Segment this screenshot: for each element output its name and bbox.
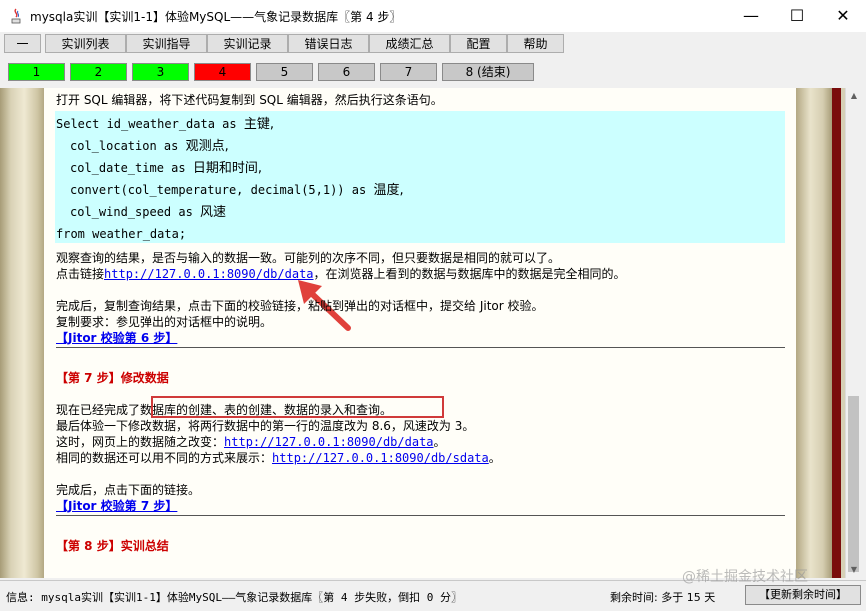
step-7-line-3: 这时，网页上的数据随之改变：http://127.0.0.1:8090/db/d… [56,435,446,449]
step-7-complete-text: 完成后，点击下面的链接。 [56,483,201,497]
watermark: @稀土掘金技术社区 [682,569,808,585]
data-link-2[interactable]: http://127.0.0.1:8090/db/data [224,435,434,449]
scroll-down-arrow-icon[interactable]: ▼ [847,563,861,577]
scroll-up-arrow-icon[interactable]: ▲ [847,89,861,103]
menu-error-log[interactable]: 错误日志 [288,34,369,53]
highlight-box [151,396,444,418]
code-line-2: col_location as 观测点, [70,139,229,154]
code-line-3: col_date_time as 日期和时间, [70,161,262,176]
data-link[interactable]: http://127.0.0.1:8090/db/data [104,267,314,281]
java-app-icon [11,8,21,24]
close-button[interactable]: ✕ [820,0,866,32]
scroll-roll-right [796,88,832,578]
step-5-button[interactable]: 5 [256,63,313,81]
step-2-button[interactable]: 2 [70,63,127,81]
code-line-5: col_wind_speed as 风速 [70,205,227,220]
code-line-4: convert(col_temperature, decimal(5,1)) a… [70,183,404,198]
step-7-title: 【第 7 步】修改数据 [56,371,169,385]
window-title: mysqla实训【实训1-1】体验MySQL——气象记录数据库〖第 4 步〗 [30,10,402,24]
status-info: 信息: mysqla实训【实训1-1】体验MySQL——气象记录数据库〖第 4 … [6,591,462,604]
step-6-button[interactable]: 6 [318,63,375,81]
copy-requirement-text: 复制要求：参见弹出的对话框中的说明。 [56,315,273,329]
red-border-bar [832,88,841,578]
complete-text: 完成后，复制查询结果，点击下面的校验链接，粘贴到弹出的对话框中，提交给 Jito… [56,299,544,313]
step-7-button[interactable]: 7 [380,63,437,81]
menu-training-record[interactable]: 实训记录 [207,34,288,53]
menu-help[interactable]: 帮助 [507,34,564,53]
title-bar: mysqla实训【实训1-1】体验MySQL——气象记录数据库〖第 4 步〗 —… [0,0,866,32]
menu-dash-button[interactable]: 一 [4,34,41,53]
remaining-time: 剩余时间: 多于 15 天 [610,591,716,604]
step-1-button[interactable]: 1 [8,63,65,81]
sdata-link[interactable]: http://127.0.0.1:8090/db/sdata [272,451,489,465]
step-7-line-2: 最后体验一下修改数据，将两行数据中的第一行的温度改为 8.6，风速改为 3。 [56,419,475,433]
divider [56,515,785,516]
step-7-line-4: 相同的数据还可以用不同的方式来展示：http://127.0.0.1:8090/… [56,451,501,465]
observe-text: 观察查询的结果，是否与输入的数据一致。可能列的次序不同，但只要数据是相同的就可以… [56,251,561,265]
scrollbar-thumb[interactable] [848,396,859,572]
menu-score-summary[interactable]: 成绩汇总 [369,34,450,53]
code-line-6: from weather_data; [56,227,187,241]
scroll-roll-left [0,88,44,578]
step-3-button[interactable]: 3 [132,63,189,81]
intro-text: 打开 SQL 编辑器，将下述代码复制到 SQL 编辑器，然后执行这条语句。 [56,93,443,107]
step-4-button[interactable]: 4 [194,63,251,81]
verify-step-7-link[interactable]: 【Jitor 校验第 7 步】 [56,498,177,514]
minimize-button[interactable]: — [728,0,774,32]
code-line-1: Select id_weather_data as 主键, [56,117,274,132]
step-8-title: 【第 8 步】实训总结 [56,539,169,553]
refresh-time-button[interactable]: 【更新剩余时间】 [745,585,861,605]
step-8-end-button[interactable]: 8 (结束) [442,63,534,81]
menu-config[interactable]: 配置 [450,34,507,53]
divider [56,347,785,348]
maximize-button[interactable]: ☐ [774,0,820,32]
menu-training-list[interactable]: 实训列表 [45,34,126,53]
verify-step-6-link[interactable]: 【Jitor 校验第 6 步】 [56,330,177,346]
menu-training-guide[interactable]: 实训指导 [126,34,207,53]
